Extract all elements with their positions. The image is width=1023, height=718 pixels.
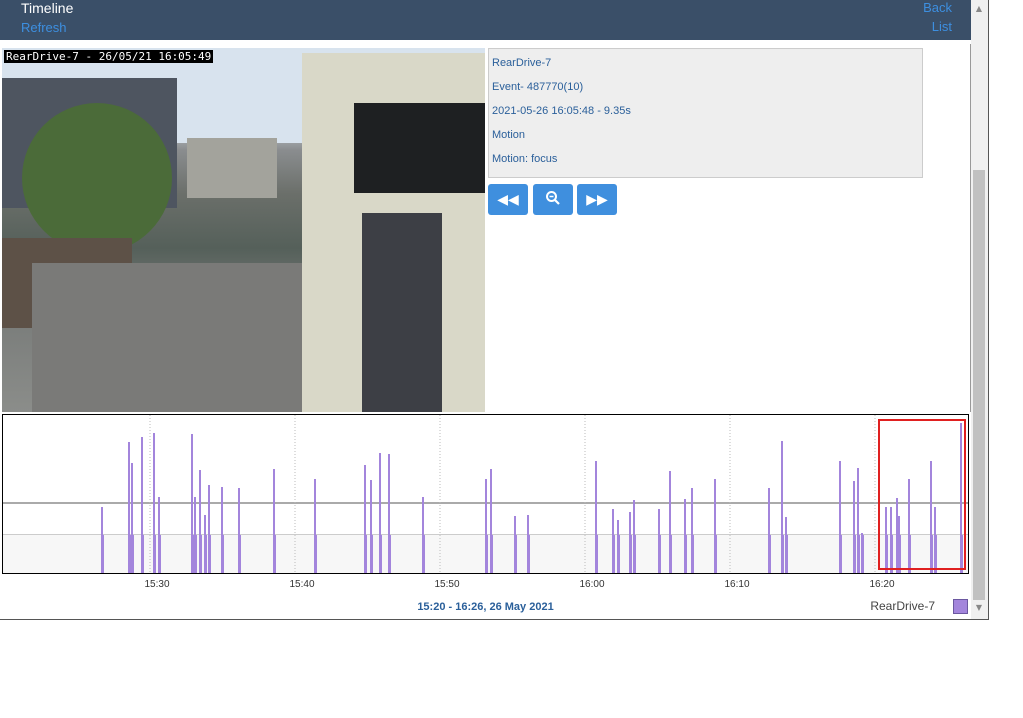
event-bar-base [194,535,197,573]
event-bar-base [629,535,632,573]
back-link[interactable]: Back [923,0,952,15]
event-datetime: 2021-05-26 16:05:48 - 9.35s [492,105,631,117]
event-bar-base [199,535,202,573]
list-link[interactable]: List [932,19,952,34]
event-bar-base [612,535,615,573]
event-cause: Motion [492,129,526,141]
event-bar-base [314,535,317,573]
event-bar-base [684,535,687,573]
event-bar-base [208,535,211,573]
event-bar-base [388,535,391,573]
event-bar-base [595,535,598,573]
event-bar-base [364,535,367,573]
timeline-tick-label: 16:00 [579,579,605,590]
timeline-tick-label: 15:30 [144,579,170,590]
event-bar-base [131,535,134,573]
zoom-out-icon [545,190,561,210]
rewind-icon: ◀◀ [497,191,519,208]
timeline-tick-label: 16:10 [724,579,750,590]
event-bar-base [714,535,717,573]
video-timestamp-overlay: RearDrive-7 - 26/05/21 16:05:49 [4,50,214,63]
page-title: Timeline [21,0,74,16]
next-event-button[interactable]: ▶▶ [577,184,617,215]
event-bar-base [781,535,784,573]
selection-highlight [878,419,966,570]
timeline-bars[interactable] [3,415,968,573]
timeline-chart[interactable] [2,414,969,574]
event-bar-base [273,535,276,573]
timeline-tick-label: 15:50 [434,579,460,590]
event-bar-base [861,535,864,573]
event-bar-base [204,535,207,573]
timeline-window: Timeline Refresh Back List RearDrive-7 -… [0,0,989,620]
event-bar-base [857,535,860,573]
event-bar-base [633,535,636,573]
event-bar-base [158,535,161,573]
event-bar-base [238,535,241,573]
scroll-down-icon[interactable]: ▼ [973,603,985,615]
legend-swatch[interactable] [953,599,968,614]
timeline-range-label: 15:20 - 16:26, 26 May 2021 [417,601,554,613]
event-bar-base [141,535,144,573]
event-bar-base [422,535,425,573]
scrollbar-thumb[interactable] [973,170,985,600]
legend-label: RearDrive-7 [870,599,935,613]
event-bar-base [617,535,620,573]
event-bar-base [669,535,672,573]
header-bar: Timeline Refresh Back List [0,0,971,40]
refresh-link[interactable]: Refresh [21,20,67,35]
zoom-out-button[interactable] [533,184,573,215]
event-id-link[interactable]: Event- 487770(10) [492,81,583,93]
timeline-tick-label: 15:40 [289,579,315,590]
event-bar-base [379,535,382,573]
event-bar-base [514,535,517,573]
event-bar-base [370,535,373,573]
fast-forward-icon: ▶▶ [586,191,608,208]
previous-event-button[interactable]: ◀◀ [488,184,528,215]
event-bar-base [768,535,771,573]
event-bar-base [853,535,856,573]
event-bar-base [691,535,694,573]
scroll-up-icon[interactable]: ▲ [973,4,985,16]
event-bar-base [128,535,131,573]
event-bar-base [191,535,194,573]
event-bar-base [221,535,224,573]
event-info-panel: RearDrive-7 Event- 487770(10) 2021-05-26… [488,48,923,178]
event-notes: Motion: focus [492,153,558,165]
timeline-tick-label: 16:20 [869,579,895,590]
event-bar-base [658,535,661,573]
event-monitor-link[interactable]: RearDrive-7 [492,57,551,69]
event-video-frame[interactable]: RearDrive-7 - 26/05/21 16:05:49 [2,48,485,412]
event-bar-base [785,535,788,573]
event-bar-base [485,535,488,573]
event-bar-base [527,535,530,573]
event-bar-base [101,535,104,573]
event-bar-base [490,535,493,573]
event-bar-base [839,535,842,573]
event-bar-base [153,535,156,573]
